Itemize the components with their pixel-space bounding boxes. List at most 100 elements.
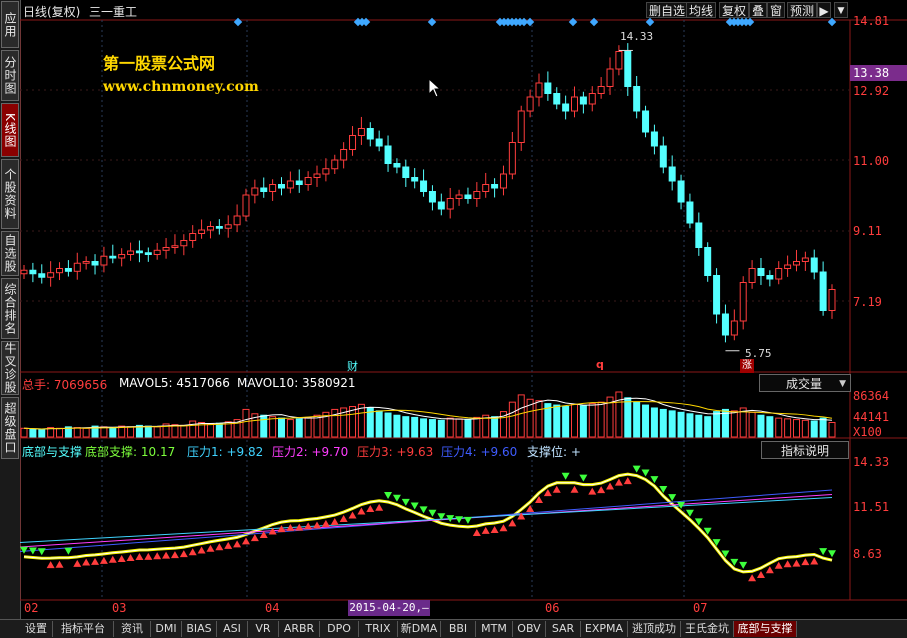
signal-diamond	[589, 17, 599, 27]
trend-arrow	[748, 574, 757, 582]
trend-arrow	[357, 507, 366, 515]
bottom-tab-11[interactable]: BBI	[441, 621, 476, 637]
bottom-tab-14[interactable]: SAR	[546, 621, 581, 637]
limit-up-marker[interactable]: 涨	[740, 359, 754, 373]
sidebar-tab-2[interactable]: K线图	[1, 103, 19, 157]
trend-arrow	[508, 519, 517, 527]
sidebar-tab-6[interactable]: 牛叉诊股	[1, 341, 19, 395]
trend-arrow	[206, 544, 215, 552]
bottom-tab-8[interactable]: DPO	[320, 621, 359, 637]
bottom-tab-0[interactable]: 设置	[20, 621, 53, 637]
indicator-tab-bar: 设置 指标平台 资讯 DMI BIAS ASI VR ARBR DPO TRIX 新DMA BBI MT…	[0, 619, 907, 638]
candle-body	[446, 198, 454, 210]
candle-body	[118, 254, 126, 259]
bottom-tab-13[interactable]: OBV	[513, 621, 546, 637]
bottom-tab-16[interactable]: 逃顶成功	[628, 621, 681, 637]
bottom-tab-7[interactable]: ARBR	[279, 621, 320, 637]
trend-arrow	[410, 502, 419, 510]
volume-bar	[508, 401, 516, 438]
trend-arrow	[597, 486, 606, 494]
indicator-help-button[interactable]: 指标说明	[761, 441, 849, 459]
volume-bar	[784, 418, 792, 438]
trend-arrow	[783, 560, 792, 568]
trend-arrow	[46, 561, 55, 569]
candle-body	[695, 222, 703, 248]
trend-arrow	[64, 547, 73, 555]
candle-body	[295, 180, 303, 185]
volume-bar	[82, 427, 90, 438]
volume-bar	[713, 411, 721, 438]
signal-diamond	[233, 17, 243, 27]
candle-body	[455, 194, 463, 199]
trend-arrow	[455, 516, 464, 524]
sidebar-tab-4[interactable]: 自选股	[1, 231, 19, 276]
volume-bar	[562, 406, 570, 438]
candle-body	[659, 145, 667, 168]
candle-body	[260, 187, 268, 192]
bottom-tab-10[interactable]: 新DMA	[398, 621, 441, 637]
bottom-tab-17[interactable]: 王氏金坑	[681, 621, 734, 637]
candle-body	[482, 184, 490, 192]
total-volume-label: 总手: 7069656	[22, 378, 108, 392]
trend-arrow	[384, 492, 393, 499]
volume-bar	[810, 420, 818, 438]
candle-body	[135, 250, 143, 254]
indicator-pressure-3: 压力3: +9.63	[357, 445, 434, 459]
bottom-tab-6[interactable]: VR	[248, 621, 279, 637]
trend-arrow	[20, 546, 28, 554]
event-marker-q[interactable]: q	[596, 358, 604, 371]
signal-diamond	[568, 17, 578, 27]
price-label-3: 11.00	[853, 154, 890, 168]
candle-body	[366, 128, 374, 140]
indicator-name: 底部与支撑	[22, 445, 83, 459]
signal-diamond	[525, 17, 535, 27]
trend-arrow	[162, 551, 171, 559]
bottom-tab-15[interactable]: EXPMA	[581, 621, 628, 637]
bottom-tab-12[interactable]: MTM	[476, 621, 513, 637]
bottom-tab-5[interactable]: ASI	[217, 621, 248, 637]
candle-body	[82, 261, 90, 264]
bottom-tab-9[interactable]: TRIX	[359, 621, 398, 637]
volume-bar	[304, 416, 312, 438]
trend-arrow	[250, 534, 259, 542]
trend-arrow	[401, 498, 410, 506]
trend-arrow	[774, 561, 783, 569]
candle-body	[73, 262, 81, 272]
candle-body	[251, 187, 259, 196]
volume-bar	[650, 407, 658, 438]
trend-arrow	[144, 552, 153, 560]
bottom-tab-18[interactable]: 底部与支撑	[734, 621, 797, 637]
candle-body	[730, 320, 738, 336]
candle-body	[233, 215, 241, 226]
volume-indicator-dropdown[interactable]: 成交量 ▼	[759, 374, 851, 392]
candle-body	[633, 86, 641, 112]
candle-body	[571, 96, 579, 112]
candle-body	[109, 255, 117, 259]
sidebar-tab-5[interactable]: 综合排名	[1, 278, 19, 339]
volume-bar	[659, 408, 667, 438]
candle-body	[38, 273, 46, 278]
indicator-pressure-1: 压力1: +9.82	[187, 445, 264, 459]
bottom-tab-4[interactable]: BIAS	[182, 621, 217, 637]
candle-body	[144, 252, 152, 255]
sidebar-tab-3[interactable]: 个股资料	[1, 159, 19, 229]
sidebar-tab-1[interactable]: 分时图	[1, 50, 19, 101]
sidebar-tab-7[interactable]: 超级盘口	[1, 397, 19, 459]
sidebar-tab-0[interactable]: 应用	[1, 1, 19, 48]
volume-bar	[375, 410, 383, 438]
trend-arrow	[135, 553, 144, 560]
candle-body	[384, 145, 392, 164]
volume-bar	[402, 416, 410, 438]
trend-arrow	[552, 485, 561, 493]
candle-body	[393, 163, 401, 168]
candle-body	[171, 245, 179, 248]
trend-arrow	[153, 552, 162, 560]
bottom-tab-1[interactable]: 指标平台	[53, 621, 114, 637]
candle-body	[650, 131, 658, 147]
watermark-url: www.chnmoney.com	[103, 79, 259, 95]
finance-marker[interactable]: 财	[347, 358, 358, 374]
bottom-tab-3[interactable]: DMI	[151, 621, 182, 637]
trend-arrow	[499, 524, 508, 532]
bottom-tab-2[interactable]: 资讯	[114, 621, 151, 637]
candle-body	[437, 201, 445, 210]
